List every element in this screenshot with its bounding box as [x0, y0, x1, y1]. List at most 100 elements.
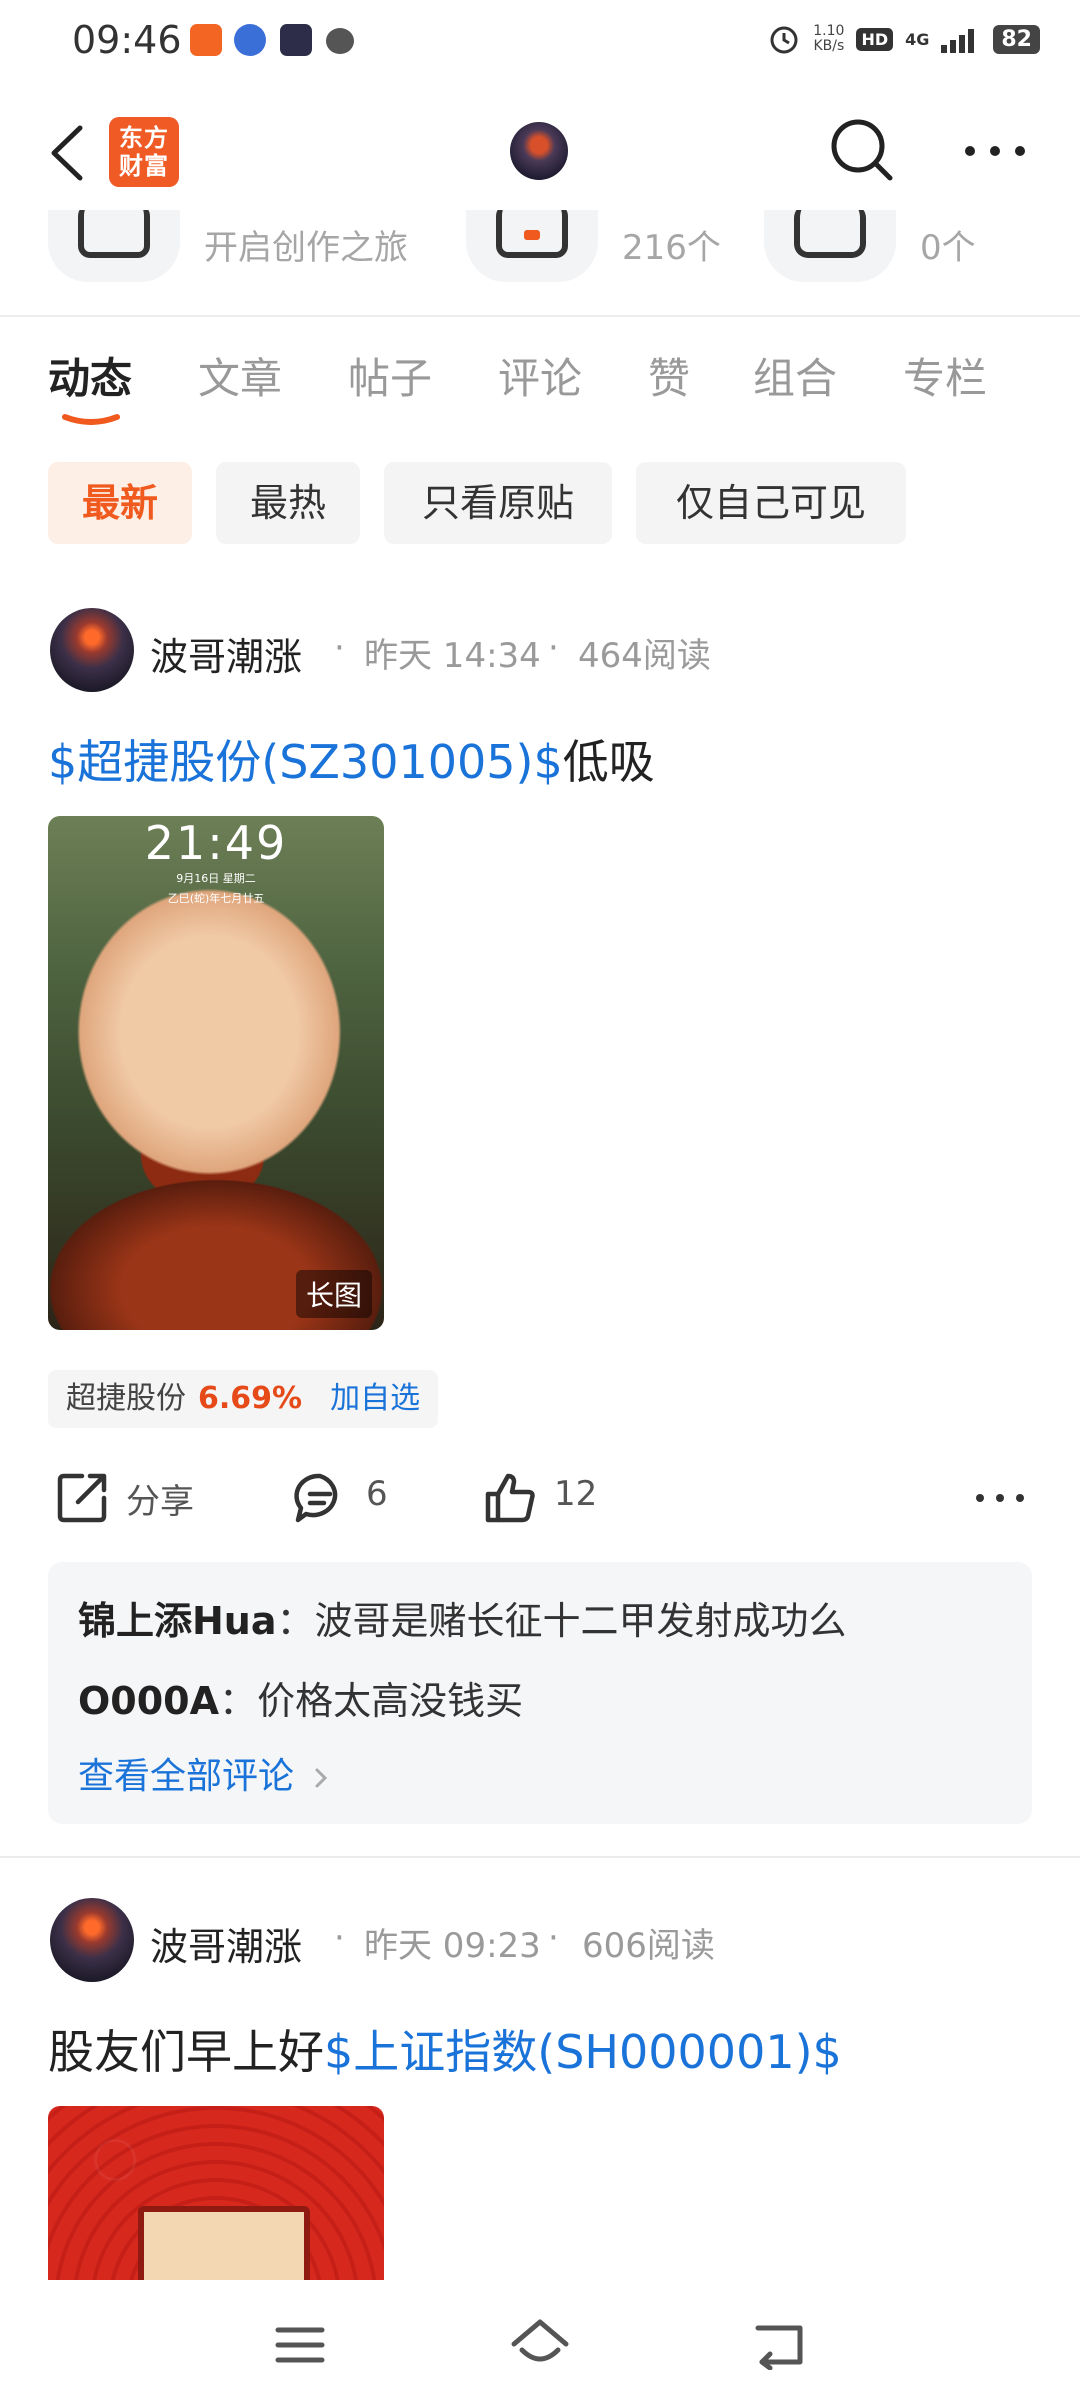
- section-divider: [0, 315, 1080, 317]
- tab-indicator-swoosh: [62, 414, 120, 425]
- comment-preview-box[interactable]: 锦上添Hua：波哥是赌长征十二甲发射成功么 O000A：价格太高没钱买 查看全部…: [48, 1562, 1032, 1824]
- stock-tag-change: 6.69%: [198, 1381, 303, 1416]
- stat-follow-card[interactable]: [764, 210, 896, 282]
- network-type: 4G: [905, 29, 930, 49]
- comment-separator: ：: [276, 1599, 315, 1643]
- stat-create-text: 开启创作之旅: [204, 228, 408, 268]
- post-image[interactable]: 21:49 9月16日 星期二 乙巳(蛇)年七月廿五 长图: [48, 816, 384, 1330]
- share-label[interactable]: 分享: [126, 1474, 194, 1523]
- comment-icon: [294, 1473, 338, 1523]
- post-more-button[interactable]: [970, 1468, 1030, 1528]
- post-meta-dot: ·: [548, 628, 559, 668]
- stock-tag-name: 超捷股份: [66, 1381, 186, 1416]
- chat-icon: [794, 210, 866, 258]
- like-count[interactable]: 12: [554, 1474, 597, 1514]
- image-clock-text: 21:49: [144, 816, 288, 870]
- tab-dynamics[interactable]: 动态: [48, 345, 132, 406]
- image-date-text: 9月16日 星期二: [176, 872, 256, 885]
- post-text[interactable]: $超捷股份(SZ301005)$低吸: [48, 726, 655, 792]
- speed-unit: KB/s: [813, 38, 845, 54]
- tab-comments[interactable]: 评论: [498, 345, 582, 406]
- post-author-name[interactable]: 波哥潮涨: [150, 626, 302, 681]
- app-logo[interactable]: 东方 财富: [109, 117, 179, 187]
- post-meta-dot: ·: [334, 1918, 345, 1958]
- tab-likes[interactable]: 赞: [648, 345, 690, 406]
- comment-text: 波哥是赌长征十二甲发射成功么: [314, 1599, 847, 1643]
- comment-user[interactable]: O000A: [78, 1679, 219, 1723]
- share-button[interactable]: [52, 1468, 112, 1528]
- more-options-button[interactable]: [960, 128, 1030, 174]
- stock-tag[interactable]: 超捷股份 6.69% 加自选: [48, 1370, 439, 1428]
- filter-original-only[interactable]: 只看原贴: [384, 462, 612, 544]
- app-logo-line2: 财富: [119, 152, 169, 180]
- filter-private[interactable]: 仅自己可见: [636, 462, 906, 544]
- post-meta-dot: ·: [548, 1918, 559, 1958]
- tab-portfolio[interactable]: 组合: [753, 345, 837, 406]
- post-divider: [0, 1856, 1080, 1858]
- more-dots-icon: [965, 146, 1025, 156]
- status-right: 1.10 KB/s HD 4G 82: [767, 22, 1040, 56]
- stat-fans-count: 216个: [622, 228, 721, 268]
- video-notification-icon: [280, 24, 312, 56]
- long-image-badge: 长图: [295, 1270, 372, 1318]
- post-author-name[interactable]: 波哥潮涨: [150, 1916, 302, 1971]
- add-watchlist-button[interactable]: 加自选: [330, 1381, 420, 1416]
- comment-item[interactable]: O000A：价格太高没钱买: [78, 1670, 523, 1725]
- hd-badge: HD: [856, 27, 894, 51]
- stat-create-card[interactable]: [48, 210, 180, 282]
- header-avatar[interactable]: [510, 122, 568, 180]
- active-tab-indicator: [62, 410, 120, 425]
- post-image[interactable]: [48, 2106, 384, 2286]
- stock-link[interactable]: $上证指数(SH000001)$: [324, 2025, 842, 2079]
- tab-articles[interactable]: 文章: [198, 345, 282, 406]
- comment-count[interactable]: 6: [366, 1474, 388, 1514]
- back-arrow-icon: [755, 2325, 803, 2371]
- post-text-body: 低吸: [562, 735, 655, 789]
- fans-dot: [524, 230, 540, 240]
- stat-follow-count: 0个: [920, 228, 976, 268]
- app-logo-line1: 东方: [119, 124, 169, 152]
- comment-user[interactable]: 锦上添Hua: [78, 1599, 277, 1643]
- back-button[interactable]: [44, 118, 104, 188]
- tab-columns[interactable]: 专栏: [903, 345, 987, 406]
- status-bar: 09:46 1.10 KB/s HD 4G 82: [0, 0, 1080, 84]
- comment-item[interactable]: 锦上添Hua：波哥是赌长征十二甲发射成功么: [78, 1590, 847, 1645]
- content-tabs: 动态 文章 帖子 评论 赞 组合 专栏: [48, 345, 1048, 405]
- filter-latest[interactable]: 最新: [48, 462, 192, 544]
- message-notification-icon: [326, 28, 354, 54]
- chevron-right-icon: [315, 1768, 328, 1788]
- post-text[interactable]: 股友们早上好$上证指数(SH000001)$: [48, 2016, 842, 2082]
- tab-posts[interactable]: 帖子: [348, 345, 432, 406]
- status-time: 09:46: [72, 18, 182, 62]
- edit-icon: [78, 210, 150, 258]
- filter-hottest[interactable]: 最热: [216, 462, 360, 544]
- home-icon: [511, 2319, 569, 2362]
- alarm-icon: [770, 26, 798, 54]
- post-author-avatar[interactable]: [50, 1898, 134, 1982]
- speed-value: 1.10: [813, 23, 845, 39]
- post-author-avatar[interactable]: [50, 608, 134, 692]
- post-meta-dot: ·: [334, 628, 345, 668]
- menu-icon: [275, 2327, 325, 2363]
- image-lunar-text: 乙巳(蛇)年七月廿五: [167, 892, 265, 905]
- like-button[interactable]: [480, 1468, 540, 1528]
- stats-strip: 开启创作之旅 216个 0个: [0, 210, 1080, 315]
- comment-text: 价格太高没钱买: [257, 1679, 524, 1723]
- app-notification-icon: [190, 24, 222, 56]
- home-button[interactable]: [508, 2316, 572, 2372]
- menu-button[interactable]: [270, 2320, 330, 2370]
- battery-indicator: 82: [993, 24, 1040, 54]
- search-button[interactable]: [826, 114, 898, 186]
- view-all-label[interactable]: 查看全部评论: [78, 1756, 294, 1797]
- post-reads: 606阅读: [582, 1926, 715, 1966]
- search-icon: [831, 119, 893, 181]
- thumbs-up-icon: [485, 1473, 535, 1523]
- image-banner: [138, 2206, 310, 2286]
- view-all-comments-link[interactable]: 查看全部评论: [78, 1747, 331, 1799]
- stat-fans-card[interactable]: [466, 210, 598, 282]
- baidu-notification-icon: [234, 24, 266, 56]
- network-speed: 1.10 KB/s: [813, 24, 844, 54]
- back-nav-button[interactable]: [750, 2320, 810, 2371]
- stock-link[interactable]: $超捷股份(SZ301005)$: [48, 735, 563, 789]
- comment-button[interactable]: [290, 1468, 350, 1528]
